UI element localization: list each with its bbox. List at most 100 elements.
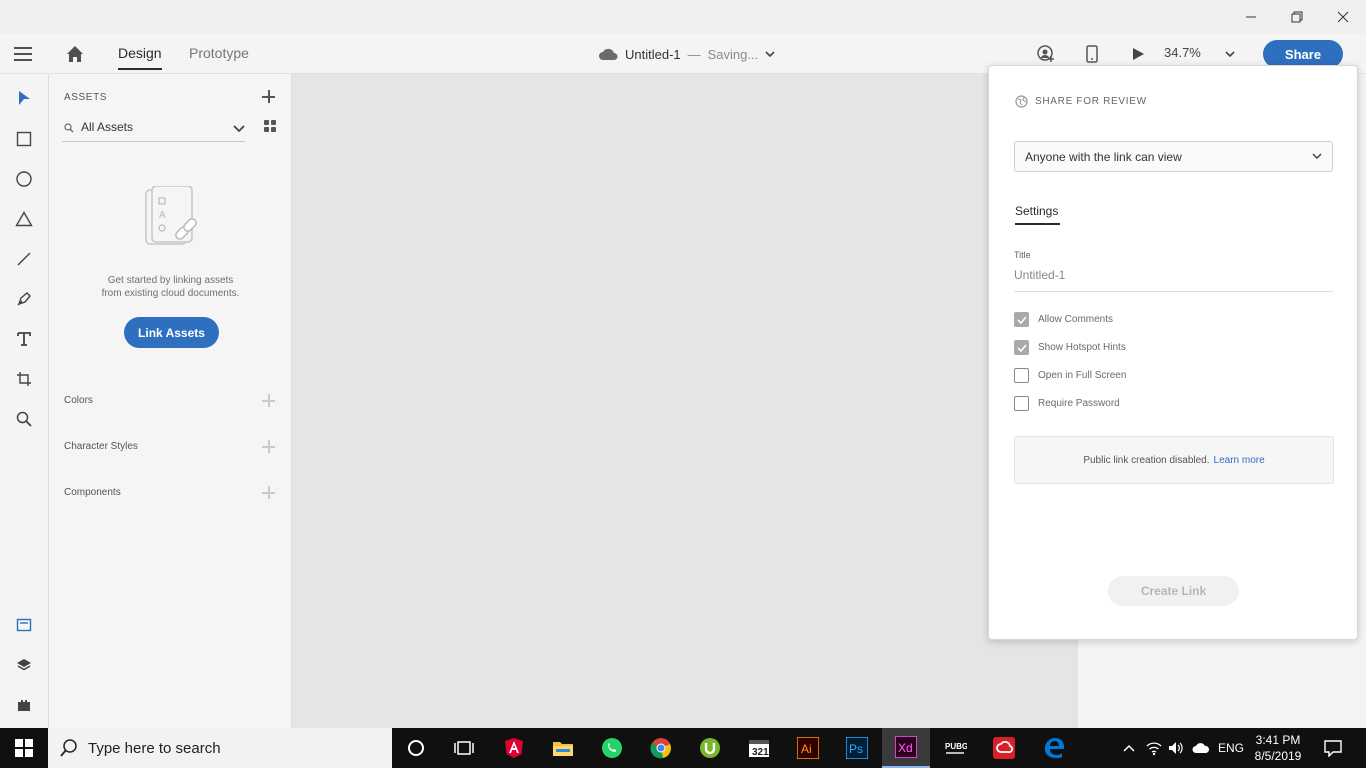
allow-comments-label: Allow Comments (1038, 314, 1114, 325)
line-tool-icon[interactable] (12, 247, 36, 271)
show-hotspot-hints-checkbox[interactable] (1014, 340, 1029, 355)
option-show-hotspot-hints[interactable]: Show Hotspot Hints (1014, 340, 1126, 355)
clock-date: 8/5/2019 (1254, 749, 1302, 763)
device-preview-icon[interactable] (1082, 44, 1102, 64)
minimize-button[interactable] (1228, 0, 1274, 34)
chevron-down-icon (233, 125, 245, 133)
document-title-menu[interactable]: Untitled-1 — Saving... (598, 44, 775, 64)
open-in-full-screen-checkbox[interactable] (1014, 368, 1029, 383)
add-character-style-icon[interactable] (262, 440, 276, 454)
angular-icon[interactable] (490, 728, 538, 768)
option-allow-comments[interactable]: Allow Comments (1014, 312, 1113, 327)
illustrator-icon[interactable]: Ai (784, 728, 832, 768)
svg-text:A: A (159, 210, 166, 221)
pubg-icon[interactable]: PUBG (931, 728, 979, 768)
window-titlebar (0, 0, 1366, 34)
chevron-down-icon (1312, 153, 1322, 160)
user-share-icon[interactable] (1036, 44, 1056, 64)
edge-icon[interactable] (1030, 728, 1078, 768)
title-label: Title (1014, 250, 1031, 260)
minimize-icon (1246, 16, 1256, 18)
save-status: Saving... (707, 46, 759, 62)
home-icon[interactable] (64, 43, 86, 65)
assets-filter[interactable]: All Assets (62, 116, 245, 142)
input-language[interactable]: ENG (1214, 728, 1248, 768)
onedrive-cloud-icon[interactable] (1190, 728, 1212, 768)
allow-comments-checkbox[interactable] (1014, 312, 1029, 327)
layers-icon[interactable] (12, 653, 36, 677)
search-icon (60, 739, 77, 757)
zoom-chevron-down-icon[interactable] (1220, 44, 1240, 64)
plugins-icon[interactable] (12, 693, 36, 717)
start-button[interactable] (0, 728, 48, 768)
link-assets-button[interactable]: Link Assets (124, 317, 219, 348)
taskbar-search-box[interactable]: Type here to search (48, 728, 392, 768)
add-asset-icon[interactable] (262, 90, 276, 104)
require-password-checkbox[interactable] (1014, 396, 1029, 411)
access-dropdown-value: Anyone with the link can view (1025, 150, 1182, 164)
zoom-level[interactable]: 34.7% (1164, 45, 1201, 60)
share-for-review-panel: SHARE FOR REVIEW Anyone with the link ca… (988, 65, 1358, 640)
option-open-in-full-screen[interactable]: Open in Full Screen (1014, 368, 1126, 383)
design-canvas[interactable] (292, 74, 1078, 728)
svg-text:PUBG: PUBG (945, 742, 967, 751)
windows-logo-icon (15, 739, 33, 757)
wifi-icon[interactable] (1142, 728, 1166, 768)
assets-title: ASSETS (64, 92, 108, 103)
close-button[interactable] (1320, 0, 1366, 34)
assets-panel-icon[interactable] (12, 613, 36, 637)
tab-design[interactable]: Design (118, 45, 162, 70)
grid-view-icon[interactable] (264, 120, 276, 132)
file-explorer-icon[interactable] (539, 728, 587, 768)
artboard-tool-icon[interactable] (12, 367, 36, 391)
svg-text:Ps: Ps (849, 742, 863, 756)
rectangle-tool-icon[interactable] (12, 127, 36, 151)
clock[interactable]: 3:41 PM 8/5/2019 (1248, 732, 1308, 764)
utorrent-icon[interactable] (686, 728, 734, 768)
show-hidden-icons-chevron-up-icon[interactable] (1118, 728, 1140, 768)
option-require-password[interactable]: Require Password (1014, 396, 1120, 411)
add-component-icon[interactable] (262, 486, 276, 500)
share-heading-text: SHARE FOR REVIEW (1035, 96, 1147, 107)
action-center-icon[interactable] (1320, 728, 1346, 768)
volume-icon[interactable] (1166, 728, 1188, 768)
windows-taskbar: Type here to search 321 Ai Ps Xd PUBG EN… (0, 728, 1366, 768)
ellipse-tool-icon[interactable] (12, 167, 36, 191)
task-view-icon[interactable] (440, 728, 488, 768)
chevron-down-icon (765, 51, 775, 58)
restore-icon (1291, 11, 1303, 23)
select-tool-icon[interactable] (12, 86, 36, 110)
text-tool-icon[interactable] (12, 327, 36, 351)
media-player-classic-icon[interactable]: 321 (735, 728, 783, 768)
tool-bar (0, 74, 49, 728)
assets-filter-value: All Assets (81, 120, 134, 134)
menu-icon[interactable] (14, 46, 34, 62)
learn-more-link[interactable]: Learn more (1214, 455, 1265, 466)
checkmark-icon (1016, 315, 1027, 324)
tab-settings[interactable]: Settings (1015, 204, 1061, 225)
whatsapp-icon[interactable] (588, 728, 636, 768)
adobe-xd-icon[interactable]: Xd (882, 728, 930, 768)
assets-empty-message: Get started by linking assets from exist… (49, 274, 292, 300)
pen-tool-icon[interactable] (12, 287, 36, 311)
svg-text:Xd: Xd (898, 741, 913, 755)
access-dropdown[interactable]: Anyone with the link can view (1014, 141, 1333, 172)
search-icon (64, 123, 74, 133)
section-character-styles: Character Styles (64, 441, 138, 452)
taskbar-search-placeholder: Type here to search (88, 740, 221, 757)
chrome-icon[interactable] (637, 728, 685, 768)
photoshop-icon[interactable]: Ps (833, 728, 881, 768)
cloud-icon (599, 48, 618, 60)
title-field[interactable]: Untitled-1 (1014, 268, 1333, 292)
add-color-icon[interactable] (262, 394, 276, 408)
zoom-tool-icon[interactable] (12, 407, 36, 431)
create-link-button[interactable]: Create Link (1108, 576, 1239, 606)
polygon-tool-icon[interactable] (12, 207, 36, 231)
creative-cloud-icon[interactable] (980, 728, 1028, 768)
cortana-icon[interactable] (392, 728, 440, 768)
show-hotspot-hints-label: Show Hotspot Hints (1038, 342, 1126, 353)
share-button[interactable]: Share (1263, 40, 1343, 68)
restore-button[interactable] (1274, 0, 1320, 34)
tab-prototype[interactable]: Prototype (189, 45, 249, 61)
play-icon[interactable] (1128, 44, 1148, 64)
